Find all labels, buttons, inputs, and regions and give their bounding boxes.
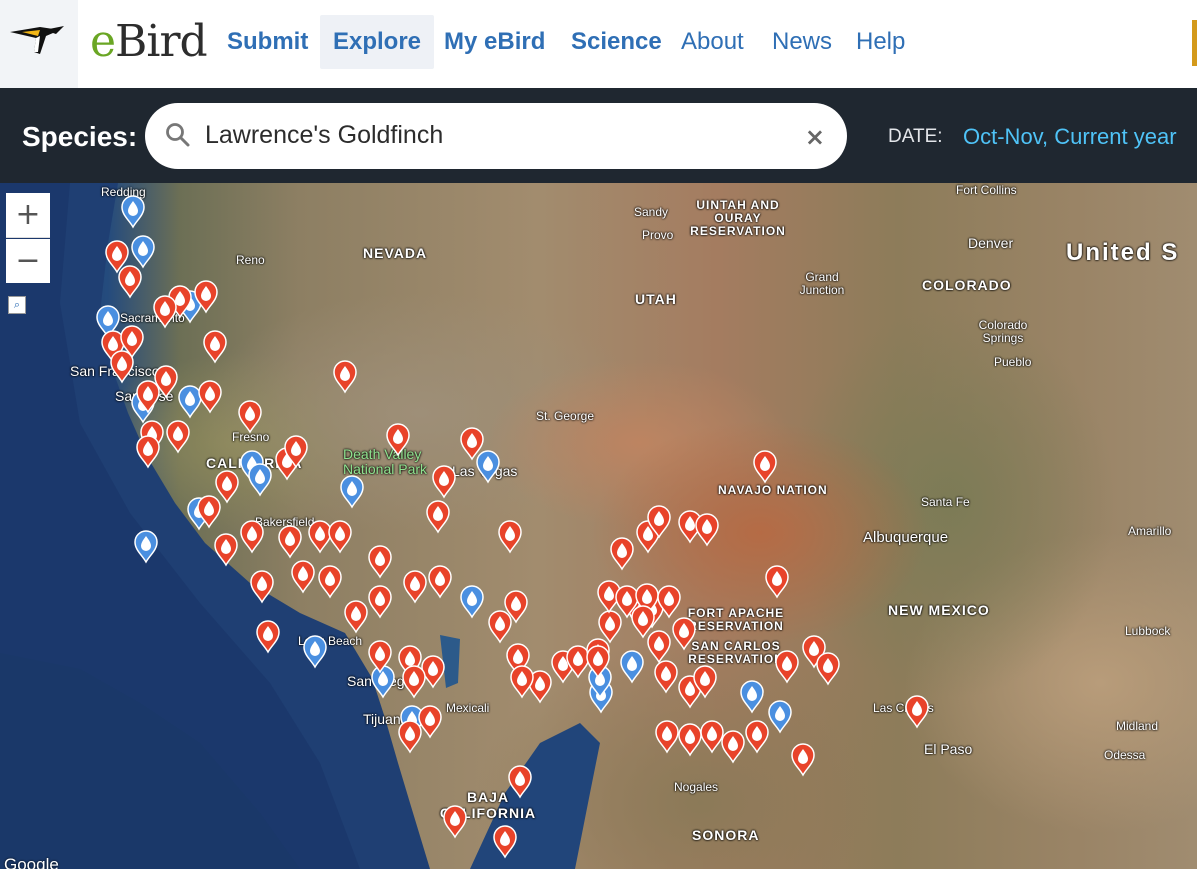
sighting-marker[interactable]	[508, 765, 532, 799]
ebird-logo[interactable]	[0, 0, 78, 88]
sighting-marker[interactable]	[498, 520, 522, 554]
sighting-marker[interactable]	[460, 585, 484, 619]
sighting-marker[interactable]	[672, 617, 696, 651]
sighting-marker[interactable]	[178, 385, 202, 419]
nav-about[interactable]: About	[668, 15, 757, 69]
sighting-marker[interactable]	[134, 530, 158, 564]
sighting-markers	[96, 195, 929, 859]
species-search-value[interactable]: Lawrence's Goldfinch	[205, 121, 443, 150]
sighting-marker[interactable]	[816, 652, 840, 686]
sighting-marker[interactable]	[118, 265, 142, 299]
sighting-marker[interactable]	[443, 805, 467, 839]
sighting-marker[interactable]	[344, 600, 368, 634]
date-label: DATE:	[888, 126, 943, 147]
sighting-marker[interactable]	[368, 545, 392, 579]
sighting-marker[interactable]	[740, 680, 764, 714]
sighting-marker[interactable]	[765, 565, 789, 599]
sighting-marker[interactable]	[291, 560, 315, 594]
close-icon[interactable]: ×	[805, 123, 825, 151]
species-label: Species:	[22, 121, 138, 152]
sighting-marker[interactable]	[386, 423, 410, 457]
zoom-out-button[interactable]: −	[6, 239, 50, 283]
sighting-marker[interactable]	[214, 533, 238, 567]
sighting-marker[interactable]	[631, 605, 655, 639]
sighting-marker[interactable]	[476, 450, 500, 484]
sighting-marker[interactable]	[303, 635, 327, 669]
sighting-marker[interactable]	[402, 665, 426, 699]
sighting-marker[interactable]	[278, 525, 302, 559]
brand-e: e	[90, 16, 116, 67]
sighting-marker[interactable]	[493, 825, 517, 859]
sighting-marker[interactable]	[695, 513, 719, 547]
sighting-marker[interactable]	[121, 195, 145, 229]
sighting-marker[interactable]	[655, 720, 679, 754]
sighting-marker[interactable]	[131, 235, 155, 269]
species-map[interactable]: Redding Reno NEVADA Sacramento San Franc…	[0, 183, 1197, 869]
nav-news[interactable]: News	[759, 15, 845, 69]
species-search-bar: Species: Lawrence's Goldfinch × DATE: Oc…	[0, 88, 1197, 183]
sighting-marker[interactable]	[248, 463, 272, 497]
sighting-marker[interactable]	[198, 380, 222, 414]
sighting-marker[interactable]	[620, 650, 644, 684]
sighting-marker[interactable]	[598, 610, 622, 644]
bird-icon	[10, 26, 64, 54]
sighting-marker[interactable]	[368, 585, 392, 619]
sighting-marker[interactable]	[136, 435, 160, 469]
sighting-marker[interactable]	[318, 565, 342, 599]
date-range-link[interactable]: Oct-Nov, Current year	[963, 124, 1177, 150]
sighting-marker[interactable]	[328, 520, 352, 554]
sighting-marker[interactable]	[647, 630, 671, 664]
sighting-marker[interactable]	[153, 295, 177, 329]
sighting-marker[interactable]	[775, 650, 799, 684]
sighting-marker[interactable]	[791, 743, 815, 777]
sighting-marker[interactable]	[700, 720, 724, 754]
sighting-marker[interactable]	[753, 450, 777, 484]
nav-submit[interactable]: Submit	[214, 15, 321, 69]
sighting-marker[interactable]	[428, 565, 452, 599]
sighting-marker[interactable]	[421, 655, 445, 689]
sighting-marker[interactable]	[371, 665, 395, 699]
sighting-marker[interactable]	[678, 723, 702, 757]
sighting-marker[interactable]	[238, 400, 262, 434]
nav-science[interactable]: Science	[558, 15, 675, 69]
sighting-marker[interactable]	[905, 695, 929, 729]
sighting-marker[interactable]	[166, 420, 190, 454]
sighting-marker[interactable]	[418, 705, 442, 739]
sighting-marker[interactable]	[721, 730, 745, 764]
zoom-in-button[interactable]: +	[6, 193, 50, 238]
sighting-marker[interactable]	[110, 350, 134, 384]
sighting-marker[interactable]	[654, 660, 678, 694]
sighting-marker[interactable]	[432, 465, 456, 499]
sighting-marker[interactable]	[510, 665, 534, 699]
sighting-marker[interactable]	[403, 570, 427, 604]
search-icon	[166, 123, 190, 147]
sighting-marker[interactable]	[745, 720, 769, 754]
sighting-marker[interactable]	[250, 570, 274, 604]
top-navigation-bar: eBird Submit Explore My eBird Science Ab…	[0, 0, 1197, 88]
sighting-marker[interactable]	[203, 330, 227, 364]
sighting-marker[interactable]	[610, 537, 634, 571]
sighting-marker[interactable]	[256, 620, 280, 654]
map-attribution: Google	[4, 855, 59, 869]
sighting-marker[interactable]	[398, 720, 422, 754]
species-search-input[interactable]: Lawrence's Goldfinch ×	[145, 103, 847, 169]
nav-explore[interactable]: Explore	[320, 15, 435, 69]
ebird-wordmark[interactable]: eBird	[90, 14, 208, 70]
sighting-marker[interactable]	[768, 700, 792, 734]
nav-help[interactable]: Help	[843, 15, 918, 69]
sighting-marker[interactable]	[340, 475, 364, 509]
sighting-marker[interactable]	[215, 470, 239, 504]
sighting-marker[interactable]	[240, 520, 264, 554]
sighting-marker[interactable]	[488, 610, 512, 644]
zoom-area-icon[interactable]: ⌕	[8, 296, 26, 314]
brand-bird: Bird	[115, 16, 208, 67]
account-button-edge[interactable]	[1192, 20, 1197, 66]
nav-my-ebird[interactable]: My eBird	[431, 15, 558, 69]
sighting-marker[interactable]	[426, 500, 450, 534]
sighting-marker[interactable]	[333, 360, 357, 394]
sighting-marker[interactable]	[308, 520, 332, 554]
